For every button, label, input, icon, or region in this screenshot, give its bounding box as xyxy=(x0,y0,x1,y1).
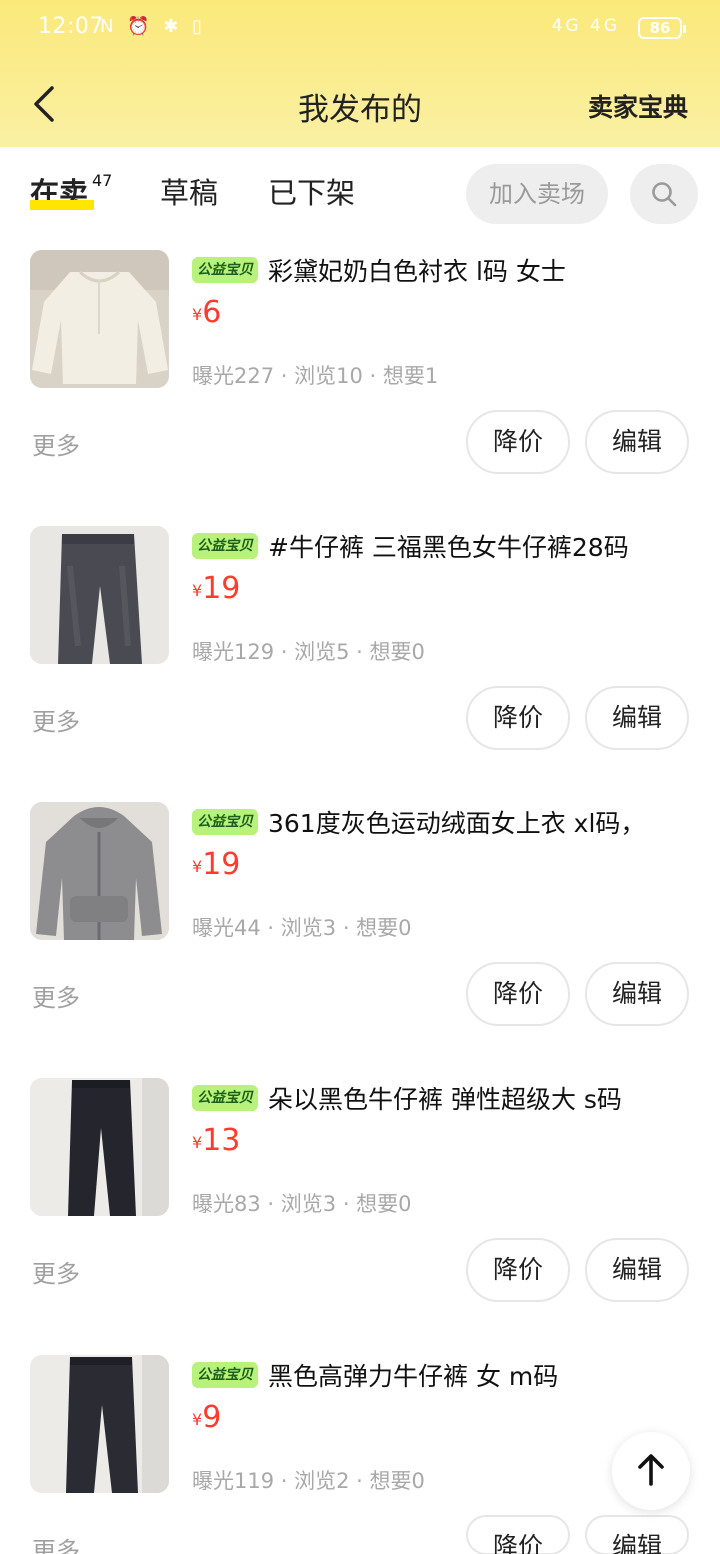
exposure-count: 曝光129 xyxy=(192,640,275,664)
search-icon xyxy=(652,182,677,207)
price-value: 19 xyxy=(202,571,241,606)
search-button[interactable] xyxy=(630,164,698,224)
jeans-image xyxy=(30,526,169,664)
want-count: 想要0 xyxy=(369,1469,425,1493)
tab-bar: 在卖 草稿 已下架 xyxy=(0,150,720,240)
listing-price: ¥6 xyxy=(192,295,221,330)
charity-badge: 公益宝贝 xyxy=(192,1085,258,1111)
nav-bar: 我发布的 卖家宝典 xyxy=(0,70,720,140)
seller-guide-link[interactable]: 卖家宝典 xyxy=(588,88,688,124)
scroll-to-top-button[interactable] xyxy=(612,1432,690,1510)
charity-badge: 公益宝贝 xyxy=(192,257,258,283)
listing-title[interactable]: 朵以黑色牛仔裤 弹性超级大 s码 xyxy=(268,1080,622,1116)
want-count: 想要0 xyxy=(356,916,412,940)
battery-icon: 86 xyxy=(638,17,686,39)
hoodie-image xyxy=(30,802,169,940)
currency-symbol: ¥ xyxy=(192,305,203,324)
currency-symbol: ¥ xyxy=(192,581,203,600)
reduce-price-button[interactable]: 降价 xyxy=(466,1515,570,1554)
listing-title[interactable]: 黑色高弹力牛仔裤 女 m码 xyxy=(268,1357,558,1393)
reduce-price-button[interactable]: 降价 xyxy=(466,1238,570,1302)
status-bar: 12:07 N ⏰ ✱ ▯ 4G 4G 86 xyxy=(0,0,720,58)
exposure-count: 曝光119 xyxy=(192,1469,275,1493)
listing-stats: 曝光119 · 浏览2 · 想要0 xyxy=(192,1469,425,1493)
listing-title[interactable]: 361度灰色运动绒面女上衣 xl码， xyxy=(268,804,645,840)
listing-card[interactable]: 公益宝贝 彩黛妃奶白色衬衣 l码 女士 ¥6 曝光227 · 浏览10 · 想要… xyxy=(0,240,720,516)
reduce-price-button[interactable]: 降价 xyxy=(466,962,570,1026)
listing-card[interactable]: 公益宝贝 黑色高弹力牛仔裤 女 m码 ¥9 曝光119 · 浏览2 · 想要0 … xyxy=(0,1345,720,1554)
listing-title[interactable]: 彩黛妃奶白色衬衣 l码 女士 xyxy=(268,252,566,288)
view-count: 浏览2 xyxy=(294,1469,350,1493)
more-button[interactable]: 更多 xyxy=(32,1254,80,1289)
top-bar: 12:07 N ⏰ ✱ ▯ 4G 4G 86 我发布的 卖家宝典 xyxy=(0,0,720,147)
edit-button[interactable]: 编辑 xyxy=(585,962,689,1026)
listing-card[interactable]: 公益宝贝 #牛仔裤 三福黑色女牛仔裤28码 ¥19 曝光129 · 浏览5 · … xyxy=(0,516,720,792)
edit-button[interactable]: 编辑 xyxy=(585,410,689,474)
product-thumbnail[interactable] xyxy=(30,526,169,664)
charity-badge: 公益宝贝 xyxy=(192,1362,258,1388)
reduce-price-button[interactable]: 降价 xyxy=(466,686,570,750)
view-count: 浏览10 xyxy=(294,364,363,388)
listing-stats: 曝光44 · 浏览3 · 想要0 xyxy=(192,916,412,940)
signal-icons: 4G 4G xyxy=(551,16,620,36)
currency-symbol: ¥ xyxy=(192,857,203,876)
charity-badge: 公益宝贝 xyxy=(192,533,258,559)
want-count: 想要1 xyxy=(382,364,439,388)
product-thumbnail[interactable] xyxy=(30,802,169,940)
want-count: 想要0 xyxy=(369,640,425,664)
charity-badge: 公益宝贝 xyxy=(192,809,258,835)
edit-button[interactable]: 编辑 xyxy=(585,1515,689,1554)
more-button[interactable]: 更多 xyxy=(32,978,80,1013)
currency-symbol: ¥ xyxy=(192,1410,203,1429)
price-value: 9 xyxy=(202,1400,222,1435)
want-count: 想要0 xyxy=(356,1192,412,1216)
view-count: 浏览3 xyxy=(280,1192,337,1216)
more-button[interactable]: 更多 xyxy=(32,1531,80,1554)
tab-drafts[interactable]: 草稿 xyxy=(160,170,218,212)
view-count: 浏览5 xyxy=(294,640,350,664)
listing-card[interactable]: 公益宝贝 361度灰色运动绒面女上衣 xl码， ¥19 曝光44 · 浏览3 ·… xyxy=(0,792,720,1068)
more-button[interactable]: 更多 xyxy=(32,426,80,461)
product-thumbnail[interactable] xyxy=(30,250,169,388)
more-button[interactable]: 更多 xyxy=(32,702,80,737)
listing-stats: 曝光83 · 浏览3 · 想要0 xyxy=(192,1192,412,1216)
status-time: 12:07 xyxy=(38,14,104,39)
edit-button[interactable]: 编辑 xyxy=(585,1238,689,1302)
listing-stats: 曝光129 · 浏览5 · 想要0 xyxy=(192,640,425,664)
listing-price: ¥19 xyxy=(192,571,240,606)
price-value: 19 xyxy=(202,847,241,882)
on-sale-count: 47 xyxy=(92,171,113,190)
listing-title[interactable]: #牛仔裤 三福黑色女牛仔裤28码 xyxy=(268,528,629,564)
product-thumbnail[interactable] xyxy=(30,1355,169,1493)
edit-button[interactable]: 编辑 xyxy=(585,686,689,750)
tab-removed[interactable]: 已下架 xyxy=(268,170,355,212)
listing-price: ¥19 xyxy=(192,847,240,882)
price-value: 13 xyxy=(202,1123,241,1158)
listing-price: ¥9 xyxy=(192,1400,221,1435)
active-tab-indicator xyxy=(30,200,94,210)
exposure-count: 曝光227 xyxy=(192,364,275,388)
black-jeans-image xyxy=(30,1078,169,1216)
status-notification-icons: N ⏰ ✱ ▯ xyxy=(100,16,207,37)
exposure-count: 曝光83 xyxy=(192,1192,261,1216)
listing-price: ¥13 xyxy=(192,1123,240,1158)
reduce-price-button[interactable]: 降价 xyxy=(466,410,570,474)
arrow-up-icon xyxy=(638,1454,664,1486)
listing-card[interactable]: 公益宝贝 朵以黑色牛仔裤 弹性超级大 s码 ¥13 曝光83 · 浏览3 · 想… xyxy=(0,1068,720,1344)
exposure-count: 曝光44 xyxy=(192,916,261,940)
black-jeans-image xyxy=(30,1355,169,1493)
currency-symbol: ¥ xyxy=(192,1133,203,1152)
product-thumbnail[interactable] xyxy=(30,1078,169,1216)
listing-stats: 曝光227 · 浏览10 · 想要1 xyxy=(192,364,439,388)
price-value: 6 xyxy=(202,295,222,330)
join-market-button[interactable]: 加入卖场 xyxy=(466,164,608,224)
view-count: 浏览3 xyxy=(280,916,337,940)
blouse-image xyxy=(30,250,169,388)
